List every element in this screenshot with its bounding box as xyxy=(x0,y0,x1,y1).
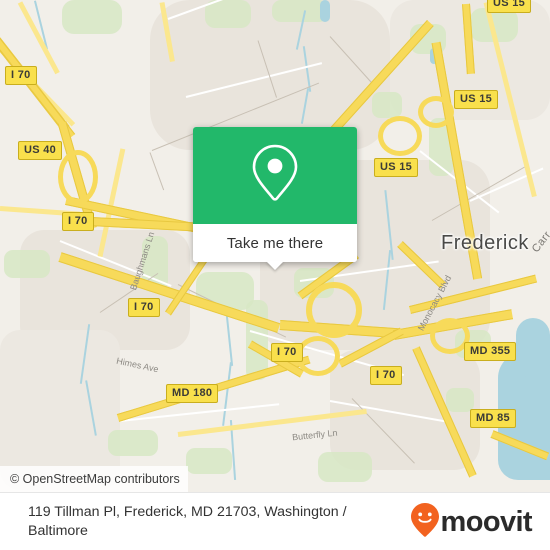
interchange-ring xyxy=(306,282,362,338)
popup-footer[interactable]: Take me there xyxy=(193,224,357,262)
moovit-pin-smiley-icon xyxy=(410,502,440,543)
highway-shield: MD 355 xyxy=(464,342,517,361)
interchange-ring xyxy=(418,96,454,128)
park-area xyxy=(62,0,122,34)
interchange-ring xyxy=(378,116,422,156)
highway-shield: US 15 xyxy=(487,0,532,13)
place-label-frederick: Frederick xyxy=(441,232,529,254)
highway-shield: US 40 xyxy=(18,141,63,160)
highway-shield: I 70 xyxy=(128,298,160,317)
popup-header xyxy=(193,127,357,224)
highway-shield: I 70 xyxy=(5,66,37,85)
address-text: 119 Tillman Pl, Frederick, MD 21703, Was… xyxy=(28,504,347,539)
map-canvas[interactable]: Baughmans Ln Himes Ave Butterfly Ln Mono… xyxy=(0,0,550,492)
highway-shield: MD 85 xyxy=(470,409,516,428)
water-body xyxy=(516,318,550,378)
moovit-wordmark: moovit xyxy=(440,505,533,538)
park-area xyxy=(186,448,232,474)
highway-shield: I 70 xyxy=(370,366,402,385)
interchange-ring xyxy=(296,336,340,376)
popup-pointer-tail xyxy=(266,261,284,270)
stream xyxy=(222,362,232,426)
park-area xyxy=(205,0,251,28)
park-area xyxy=(372,92,402,118)
highway-shield: MD 180 xyxy=(166,384,219,403)
water-body xyxy=(320,0,330,22)
track-path xyxy=(149,152,165,191)
park-area xyxy=(446,388,474,412)
take-me-there-label: Take me there xyxy=(226,234,324,252)
footer-bar: 119 Tillman Pl, Frederick, MD 21703, Was… xyxy=(0,492,550,550)
moovit-logo[interactable]: moovit xyxy=(410,502,550,543)
map-screenshot: Baughmans Ln Himes Ave Butterfly Ln Mono… xyxy=(0,0,550,550)
map-pin-icon xyxy=(249,142,301,209)
highway-shield: I 70 xyxy=(62,212,94,231)
highway-shield: US 15 xyxy=(454,90,499,109)
osm-attribution[interactable]: © OpenStreetMap contributors xyxy=(0,466,188,492)
location-popup-card[interactable]: Take me there xyxy=(193,127,357,270)
place-label-carr: Carr xyxy=(529,229,550,255)
highway-shield: US 15 xyxy=(374,158,419,177)
interchange-ring xyxy=(58,150,98,204)
park-area xyxy=(4,250,50,278)
park-area xyxy=(318,452,372,482)
highway-shield: I 70 xyxy=(271,343,303,362)
park-area xyxy=(108,430,158,456)
street-label: Himes Ave xyxy=(115,355,160,375)
